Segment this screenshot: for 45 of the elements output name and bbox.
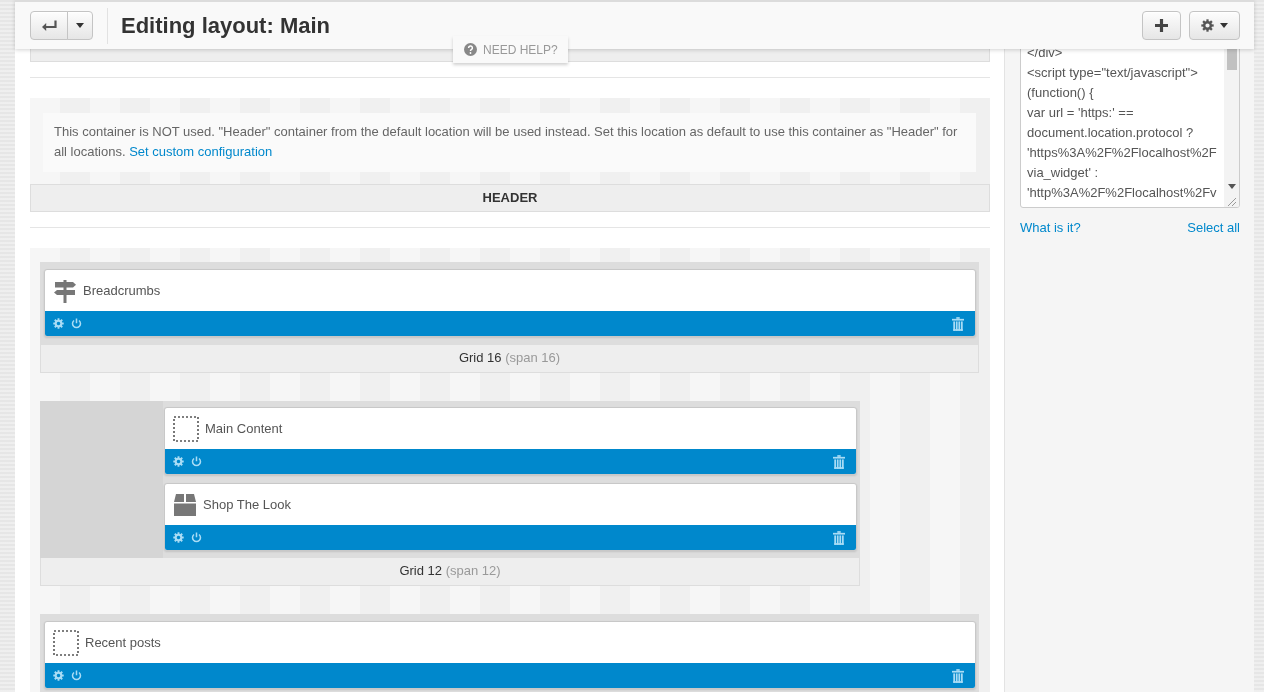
- settings-dropdown[interactable]: [1189, 11, 1240, 40]
- delete-icon[interactable]: [952, 316, 964, 331]
- info-link[interactable]: What is it?: [1020, 220, 1081, 236]
- grid-label: Grid 16 (span 16): [40, 345, 979, 373]
- container-label: HEADER: [30, 184, 990, 212]
- settings-icon: [1201, 19, 1214, 32]
- select-all-link[interactable]: Select all: [1187, 220, 1240, 236]
- delete-icon[interactable]: [833, 530, 845, 545]
- widget-card[interactable]: Recent posts: [44, 621, 976, 689]
- settings-icon[interactable]: [53, 670, 64, 681]
- notice-text: This container is NOT used. "Header" container from the default location will be used instead. Set this location as default to use this container as "Header" for all locations. Set custom configuration: [54, 123, 959, 161]
- power-icon[interactable]: [191, 532, 202, 543]
- caret-icon: [76, 23, 84, 28]
- signpost-icon: [53, 278, 77, 303]
- add-button[interactable]: [1142, 11, 1181, 40]
- power-icon[interactable]: [71, 670, 82, 681]
- delete-icon[interactable]: [833, 454, 845, 469]
- widget-title: Shop The Look: [203, 495, 291, 514]
- settings-icon[interactable]: [53, 318, 64, 329]
- widget-card[interactable]: Main Content: [164, 407, 857, 475]
- page-title: Editing layout: Main: [121, 14, 330, 37]
- scrollbar-thumb[interactable]: [1226, 49, 1237, 70]
- power-icon[interactable]: [71, 318, 82, 329]
- widget-card[interactable]: Shop The Look: [164, 483, 857, 551]
- settings-icon[interactable]: [173, 532, 184, 543]
- widget-card[interactable]: Breadcrumbs: [44, 269, 976, 337]
- resize-grip-icon[interactable]: [1227, 197, 1236, 206]
- question-circle-icon: [464, 43, 477, 56]
- dropdown-toggle[interactable]: [67, 11, 93, 40]
- settings-icon[interactable]: [173, 456, 184, 467]
- plus-icon: [1155, 19, 1168, 32]
- widget-title: Breadcrumbs: [83, 281, 161, 300]
- package-icon: [173, 492, 197, 517]
- power-icon[interactable]: [191, 456, 202, 467]
- back-arrow-icon: [41, 19, 57, 32]
- scroll-down-icon[interactable]: [1227, 184, 1236, 189]
- caret-icon: [1220, 23, 1228, 28]
- dotted-square-icon: [53, 629, 79, 656]
- grid-label: Grid 12 (span 12): [40, 558, 860, 586]
- back-button[interactable]: [30, 11, 68, 40]
- widget-title: Main Content: [205, 419, 283, 438]
- delete-icon[interactable]: [952, 668, 964, 683]
- widget-title: Recent posts: [85, 633, 161, 652]
- dotted-square-icon: [173, 415, 199, 442]
- custom-configuration-link[interactable]: Set custom configuration: [129, 144, 273, 159]
